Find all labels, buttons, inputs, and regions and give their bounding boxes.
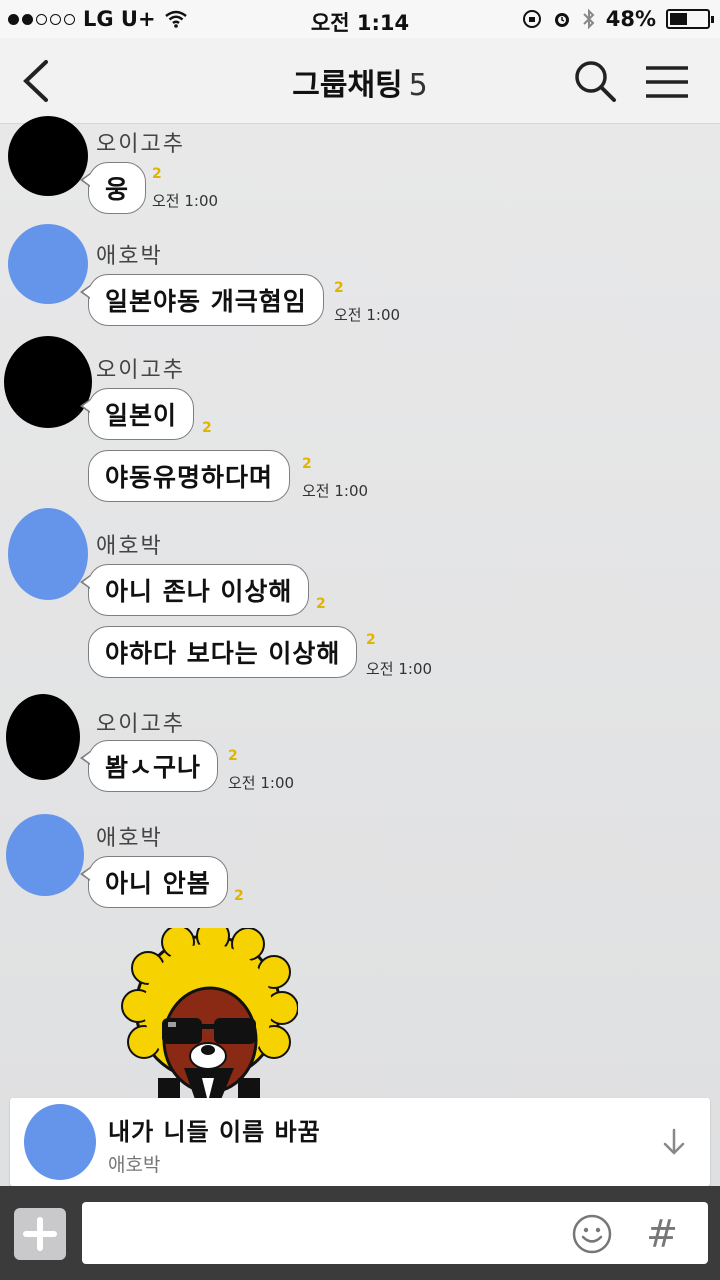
unread-count: 2 — [228, 748, 238, 764]
message-bubble[interactable]: 야하다 보다는 이상해 — [88, 626, 358, 678]
message-bubble[interactable]: 웅 — [79, 162, 147, 214]
message-bubble[interactable]: 아니 안봄 — [80, 856, 228, 908]
unread-count: 2 — [202, 420, 212, 436]
menu-icon[interactable] — [642, 60, 692, 104]
chat-message-list[interactable]: 오이고추 웅 2 오전 1:00 애호박 일본야동 개극혐임 2 오전 1:00… — [0, 116, 720, 1102]
battery-level — [670, 13, 688, 25]
unread-count: 2 — [302, 456, 312, 472]
unread-count: 2 — [334, 280, 344, 296]
message-time: 오전 1:00 — [334, 306, 401, 324]
unread-count: 2 — [234, 888, 244, 904]
sender-name: 애호박 — [96, 244, 163, 269]
smiley-icon[interactable] — [570, 1212, 614, 1256]
battery-percent: 48% — [605, 7, 656, 31]
message-time: 오전 1:00 — [152, 192, 219, 210]
afro-character-sticker-icon[interactable] — [118, 928, 298, 1102]
unread-count: 2 — [152, 166, 162, 182]
avatar[interactable] — [8, 508, 88, 600]
message-bubble[interactable]: 아니 존나 이상해 — [79, 564, 310, 616]
avatar[interactable] — [6, 814, 84, 896]
plus-icon — [23, 1217, 57, 1251]
message-time: 오전 1:00 — [366, 660, 433, 678]
message-input[interactable] — [82, 1202, 708, 1264]
orientation-lock-icon — [522, 10, 541, 28]
sender-name: 애호박 — [96, 534, 163, 559]
sender-name: 오이고추 — [96, 132, 185, 157]
search-icon[interactable] — [570, 56, 620, 106]
message-input-bar: # — [0, 1186, 720, 1280]
sender-name: 오이고추 — [96, 712, 185, 737]
message-bubble[interactable]: 봠ㅅ구나 — [79, 740, 219, 792]
chat-title: 그룹채팅 — [292, 68, 403, 103]
unread-count: 2 — [316, 596, 326, 612]
avatar[interactable] — [6, 694, 80, 780]
add-attachment-button[interactable] — [14, 1208, 66, 1260]
chat-header: 그룹채팅 5 — [0, 38, 720, 124]
avatar[interactable] — [8, 224, 88, 304]
unread-count: 2 — [366, 632, 376, 648]
bluetooth-icon — [583, 8, 595, 30]
avatar[interactable] — [8, 116, 88, 196]
member-count: 5 — [408, 68, 428, 103]
notice-sender: 애호박 — [108, 1154, 161, 1176]
avatar — [24, 1104, 96, 1180]
notice-text: 내가 니들 이름 바꿈 — [108, 1118, 321, 1146]
status-bar: LG U+ 오전 1:14 48% — [0, 0, 720, 38]
arrow-down-icon[interactable] — [660, 1126, 688, 1158]
latest-message-notice[interactable]: 내가 니들 이름 바꿈 애호박 — [10, 1098, 710, 1186]
hashtag-search-button[interactable]: # — [636, 1208, 688, 1260]
battery-icon — [666, 9, 714, 29]
message-bubble[interactable]: 일본이 — [79, 388, 195, 440]
sender-name: 애호박 — [96, 826, 163, 851]
message-time: 오전 1:00 — [302, 482, 369, 500]
alarm-icon — [554, 13, 569, 27]
avatar[interactable] — [4, 336, 92, 428]
message-time: 오전 1:00 — [228, 774, 295, 792]
message-bubble[interactable]: 야동유명하다며 — [88, 450, 291, 502]
message-bubble[interactable]: 일본야동 개극혐임 — [80, 274, 324, 326]
sender-name: 오이고추 — [96, 358, 185, 383]
